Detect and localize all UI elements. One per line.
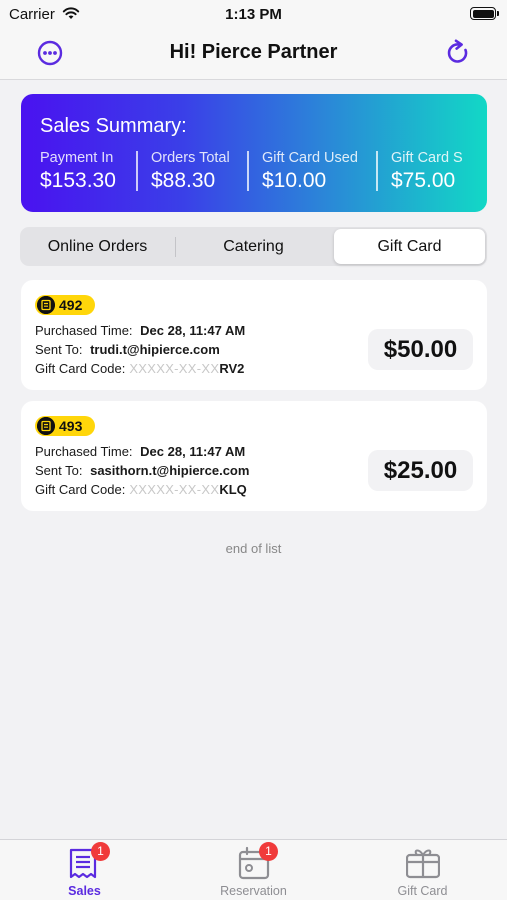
- metric-value: $10.00: [262, 169, 327, 192]
- order-amount: $50.00: [368, 329, 473, 370]
- gift-card-code-row: Gift Card Code: XXXXX-XX-XXRV2: [35, 361, 244, 376]
- refresh-icon[interactable]: [444, 39, 472, 67]
- metric-gift-card-used: Gift Card Used $10.00: [262, 150, 358, 194]
- gift-card-code-mask: XXXXX-XX-XX: [129, 361, 220, 376]
- order-type-segmented-control: Online Orders Catering Gift Card: [20, 227, 487, 266]
- gift-card-order-card[interactable]: 493 Purchased Time: Dec 28, 11:47 AM Sen…: [21, 401, 487, 511]
- segment-online-orders[interactable]: Online Orders: [22, 229, 173, 264]
- sent-to-value: trudi.t@hipierce.com: [90, 342, 220, 357]
- metric-value: $75.00: [391, 169, 456, 192]
- gift-card-code-tail: RV2: [219, 361, 245, 376]
- order-number-badge: 493: [35, 416, 95, 436]
- battery-icon: [470, 7, 499, 20]
- order-number-badge: 492: [35, 295, 95, 315]
- tab-gift-card[interactable]: Gift Card: [338, 840, 507, 900]
- metric-value: $153.30: [40, 169, 116, 192]
- purchased-time-value: Dec 28, 11:47 AM: [140, 444, 246, 459]
- order-amount: $25.00: [368, 450, 473, 491]
- purchased-time-value: Dec 28, 11:47 AM: [140, 323, 246, 338]
- gift-card-code-label: Gift Card Code:: [35, 361, 126, 376]
- metric-value: $88.30: [151, 169, 216, 192]
- metric-label: Payment In: [40, 150, 114, 166]
- gift-card-code-row: Gift Card Code: XXXXX-XX-XXKLQ: [35, 482, 247, 497]
- status-bar: Carrier 1:13 PM: [0, 0, 507, 30]
- metric-label: Orders Total: [151, 150, 230, 166]
- notification-badge: 1: [259, 842, 278, 861]
- clock-label: 1:13 PM: [225, 6, 282, 23]
- segment-catering[interactable]: Catering: [178, 229, 329, 264]
- metric-payment-in: Payment In $153.30: [40, 150, 116, 194]
- receipt-icon: [37, 296, 55, 314]
- sales-summary-title: Sales Summary:: [40, 115, 187, 137]
- tab-label: Reservation: [220, 884, 287, 898]
- gift-card-code-mask: XXXXX-XX-XX: [129, 482, 220, 497]
- order-number: 493: [59, 418, 83, 434]
- gift-card-code-label: Gift Card Code:: [35, 482, 126, 497]
- gift-card-order-card[interactable]: 492 Purchased Time: Dec 28, 11:47 AM Sen…: [21, 280, 487, 390]
- notification-badge: 1: [91, 842, 110, 861]
- metric-divider: [247, 151, 249, 191]
- sent-to-row: Sent To: sasithorn.t@hipierce.com: [35, 463, 249, 478]
- tab-label: Sales: [68, 884, 101, 898]
- segment-divider: [175, 237, 176, 257]
- tab-bar: 1 Sales 1 Reservation Gift Card: [0, 839, 507, 900]
- sales-summary-card: Sales Summary: Payment In $153.30 Orders…: [21, 94, 487, 212]
- sent-to-value: sasithorn.t@hipierce.com: [90, 463, 250, 478]
- tab-sales[interactable]: 1 Sales: [0, 840, 169, 900]
- order-number: 492: [59, 297, 83, 313]
- purchased-time-row: Purchased Time: Dec 28, 11:47 AM: [35, 444, 245, 459]
- nav-bar: Hi! Pierce Partner: [0, 30, 507, 80]
- purchased-time-label: Purchased Time:: [35, 444, 133, 459]
- metric-label: Gift Card Used: [262, 150, 358, 166]
- sent-to-row: Sent To: trudi.t@hipierce.com: [35, 342, 220, 357]
- metric-divider: [136, 151, 138, 191]
- purchased-time-row: Purchased Time: Dec 28, 11:47 AM: [35, 323, 245, 338]
- purchased-time-label: Purchased Time:: [35, 323, 133, 338]
- page-title: Hi! Pierce Partner: [169, 41, 338, 63]
- tab-label: Gift Card: [397, 884, 448, 898]
- receipt-icon: [37, 417, 55, 435]
- metric-orders-total: Orders Total $88.30: [151, 150, 230, 194]
- segment-gift-card[interactable]: Gift Card: [334, 229, 485, 264]
- sent-to-label: Sent To:: [35, 463, 83, 478]
- sent-to-label: Sent To:: [35, 342, 83, 357]
- gift-card-code-tail: KLQ: [219, 482, 247, 497]
- metric-gift-card-sold: Gift Card S $75.00: [391, 150, 463, 194]
- metric-label: Gift Card S: [391, 150, 463, 166]
- metric-divider: [376, 151, 378, 191]
- gift-card-icon: [406, 849, 440, 879]
- tab-reservation[interactable]: 1 Reservation: [169, 840, 338, 900]
- end-of-list-label: end of list: [225, 541, 282, 556]
